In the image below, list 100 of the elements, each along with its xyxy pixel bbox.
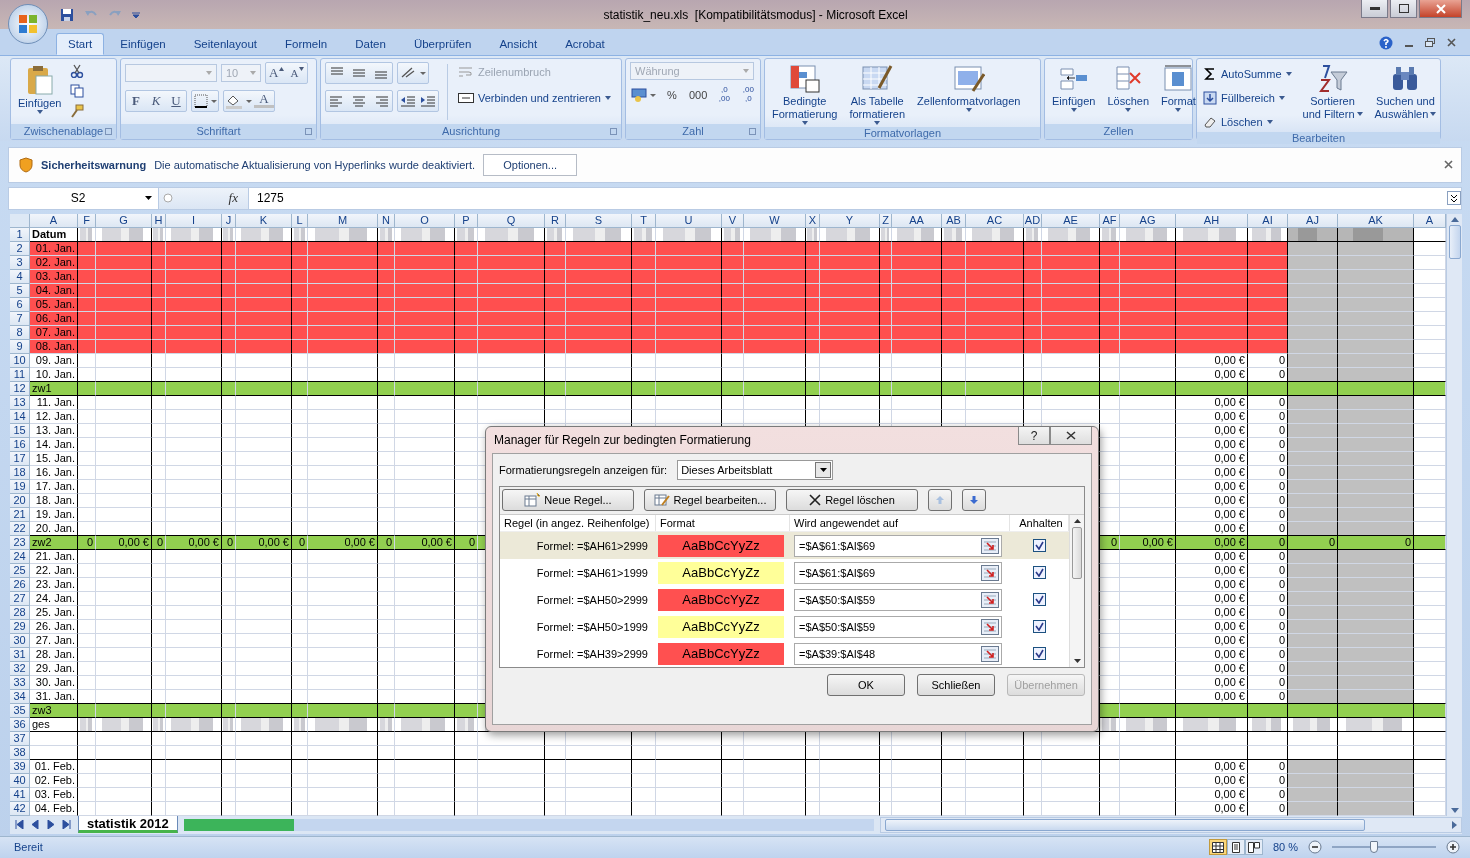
column-header[interactable]: Y — [820, 214, 880, 228]
delete-rule-button[interactable]: Regel löschen — [786, 489, 918, 511]
options-button[interactable]: Optionen... — [483, 154, 578, 176]
row-header[interactable]: 21 — [10, 508, 30, 522]
column-header[interactable]: A — [30, 214, 78, 228]
row-header[interactable]: 26 — [10, 578, 30, 592]
row-header[interactable]: 35 — [10, 704, 30, 718]
column-header[interactable]: S — [566, 214, 632, 228]
range-field[interactable]: =$A$61:$AI$69 — [794, 561, 1002, 584]
range-field[interactable]: =$A$50:$AI$59 — [794, 615, 1002, 638]
column-header[interactable]: AC — [966, 214, 1024, 228]
column-header[interactable]: F — [78, 214, 96, 228]
sheet-tab[interactable]: statistik 2012 — [78, 816, 178, 834]
row-header[interactable]: 9 — [10, 340, 30, 354]
close-dialog-button[interactable]: Schließen — [917, 674, 995, 696]
range-field[interactable]: =$A$61:$AI$69 — [794, 534, 1002, 557]
rule-row[interactable]: Formel: =$AH61>2999 AaBbCcYyZz =$A$61:$AI$69 — [500, 532, 1069, 560]
row-header[interactable]: 14 — [10, 410, 30, 424]
help-button[interactable]: ? — [1018, 427, 1050, 445]
insert-cells-button[interactable]: Einfügen — [1049, 61, 1099, 114]
bold-button[interactable]: F — [126, 91, 146, 110]
increase-decimal-button[interactable]: ,0 ,00 — [714, 85, 735, 104]
percent-button[interactable]: % — [662, 85, 682, 104]
column-header[interactable]: W — [744, 214, 806, 228]
row-header[interactable]: 8 — [10, 326, 30, 340]
row-header[interactable]: 41 — [10, 788, 30, 802]
row-header[interactable]: 12 — [10, 382, 30, 396]
row-header[interactable]: 27 — [10, 592, 30, 606]
column-header[interactable]: AB — [942, 214, 966, 228]
row-header[interactable]: 22 — [10, 522, 30, 536]
conditional-formatting-button[interactable]: Bedingte Formatierung — [769, 61, 841, 127]
column-header[interactable]: I — [166, 214, 222, 228]
row-header[interactable]: 2 — [10, 242, 30, 256]
paste-button[interactable]: Einfügen — [15, 61, 65, 116]
format-as-table-button[interactable]: Als Tabelle formatieren — [846, 61, 909, 127]
thousands-separator-button[interactable]: 000 — [686, 85, 711, 104]
row-header[interactable]: 24 — [10, 550, 30, 564]
column-header[interactable]: AG — [1120, 214, 1176, 228]
column-header[interactable]: K — [236, 214, 292, 228]
fill-button[interactable]: Füllbereich — [1201, 87, 1294, 108]
row-header[interactable]: 29 — [10, 620, 30, 634]
column-header[interactable]: U — [656, 214, 722, 228]
row-header[interactable]: 33 — [10, 676, 30, 690]
column-header[interactable]: H — [152, 214, 166, 228]
formula-field[interactable]: 1275 — [249, 191, 1447, 206]
row-header[interactable]: 10 — [10, 354, 30, 368]
row-header[interactable]: 31 — [10, 648, 30, 662]
row-header[interactable]: 18 — [10, 466, 30, 480]
edit-rule-button[interactable]: Regel bearbeiten... — [644, 489, 776, 511]
scope-dropdown[interactable]: Dieses Arbeitsblatt — [677, 460, 834, 480]
column-header[interactable]: P — [455, 214, 478, 228]
row-header[interactable]: 25 — [10, 564, 30, 578]
column-header[interactable]: T — [632, 214, 656, 228]
column-header[interactable]: X — [806, 214, 820, 228]
row-header[interactable]: 23 — [10, 536, 30, 550]
row-header[interactable]: 4 — [10, 270, 30, 284]
shrink-font-button[interactable]: A — [287, 63, 308, 82]
decrease-decimal-button[interactable]: ,00 ,0 — [738, 85, 759, 104]
italic-button[interactable]: K — [146, 91, 166, 110]
clear-button[interactable]: Löschen — [1201, 111, 1294, 132]
row-header[interactable]: 5 — [10, 284, 30, 298]
range-field[interactable]: =$A$50:$AI$59 — [794, 588, 1002, 611]
row-header[interactable]: 38 — [10, 746, 30, 760]
rule-row[interactable]: Formel: =$AH50>1999 AaBbCcYyZz =$A$50:$AI$59 — [500, 613, 1069, 641]
sort-filter-button[interactable]: Sortieren und Filtern — [1299, 61, 1366, 122]
column-header[interactable]: V — [722, 214, 744, 228]
ribbon-tab[interactable]: Daten — [343, 32, 398, 55]
column-header[interactable]: AF — [1100, 214, 1120, 228]
ribbon-tab[interactable]: Seitenlayout — [181, 32, 269, 55]
ribbon-tab[interactable]: Einfügen — [108, 32, 178, 55]
row-header[interactable]: 40 — [10, 774, 30, 788]
row-header[interactable]: 1 — [10, 228, 30, 242]
row-header[interactable]: 7 — [10, 312, 30, 326]
column-header[interactable]: G — [96, 214, 152, 228]
find-select-button[interactable]: Suchen und Auswählen — [1371, 61, 1440, 122]
column-header[interactable]: Q — [478, 214, 545, 228]
row-header[interactable]: 19 — [10, 480, 30, 494]
row-header[interactable]: 3 — [10, 256, 30, 270]
row-header[interactable]: 32 — [10, 662, 30, 676]
row-header[interactable]: 6 — [10, 298, 30, 312]
column-header[interactable]: Z — [880, 214, 892, 228]
row-header[interactable]: 13 — [10, 396, 30, 410]
ribbon-tab[interactable]: Start — [56, 32, 105, 55]
rule-row[interactable]: Formel: =$AH61>1999 AaBbCcYyZz =$A$61:$AI$69 — [500, 559, 1069, 587]
column-header[interactable]: M — [308, 214, 378, 228]
ok-button[interactable]: OK — [827, 674, 905, 696]
ribbon-tab[interactable]: Überprüfen — [401, 32, 484, 55]
row-header[interactable]: 15 — [10, 424, 30, 438]
range-field[interactable]: =$A$39:$AI$48 — [794, 642, 1002, 665]
underline-button[interactable]: U — [166, 91, 186, 110]
column-header[interactable]: L — [292, 214, 308, 228]
autosum-button[interactable]: AutoSumme — [1201, 63, 1294, 84]
zoom-level[interactable]: 80 % — [1272, 841, 1298, 854]
column-header[interactable]: AD — [1024, 214, 1042, 228]
row-header[interactable]: 17 — [10, 452, 30, 466]
new-rule-button[interactable]: Neue Regel... — [502, 489, 634, 511]
delete-cells-button[interactable]: Löschen — [1104, 61, 1153, 114]
row-header[interactable]: 11 — [10, 368, 30, 382]
column-header[interactable]: AE — [1042, 214, 1100, 228]
column-header[interactable]: J — [222, 214, 236, 228]
